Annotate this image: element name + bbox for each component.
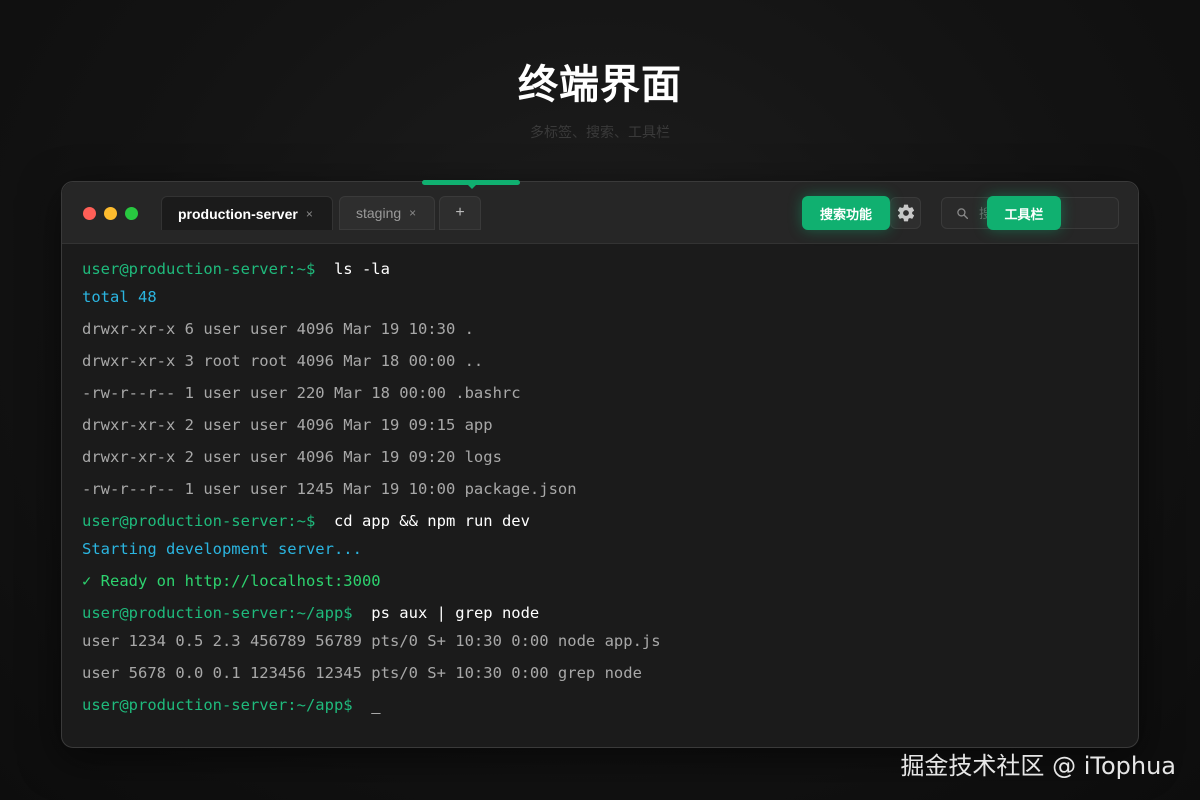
- prompt: user@production-server:~/app$: [82, 604, 353, 622]
- terminal-line: -rw-r--r-- 1 user user 1245 Mar 19 10:00…: [82, 480, 577, 498]
- terminal-line: drwxr-xr-x 6 user user 4096 Mar 19 10:30…: [82, 320, 474, 338]
- terminal-line: user@production-server:~$ cd app && npm …: [82, 512, 530, 530]
- new-tab-button[interactable]: +: [439, 196, 481, 230]
- tab-production-server[interactable]: production-server ×: [161, 196, 333, 230]
- plus-icon: +: [455, 204, 465, 221]
- command: cd app && npm run dev: [333, 512, 530, 530]
- tab-highlight-indicator: [422, 180, 520, 189]
- cursor: _: [371, 696, 381, 714]
- terminal-line: user@production-server:~/app$ ps aux | g…: [82, 604, 539, 622]
- tab-staging[interactable]: staging ×: [339, 196, 435, 230]
- terminal-line: user 5678 0.0 0.1 123456 12345 pts/0 S+ …: [82, 664, 642, 682]
- terminal-line: Starting development server...: [82, 540, 362, 558]
- terminal-line: drwxr-xr-x 2 user user 4096 Mar 19 09:20…: [82, 448, 502, 466]
- terminal-line: user@production-server:~/app$ _: [82, 696, 381, 714]
- terminal-line: drwxr-xr-x 3 root root 4096 Mar 18 00:00…: [82, 352, 484, 370]
- terminal-line: drwxr-xr-x 2 user user 4096 Mar 19 09:15…: [82, 416, 493, 434]
- settings-button[interactable]: [890, 197, 921, 229]
- prompt: user@production-server:~$: [82, 512, 316, 530]
- close-window-button[interactable]: [83, 207, 96, 220]
- terminal-line: user 1234 0.5 2.3 456789 56789 pts/0 S+ …: [82, 632, 661, 650]
- close-icon[interactable]: ×: [306, 207, 313, 221]
- tab-label: staging: [356, 205, 402, 221]
- terminal-line: user@production-server:~$ ls -la: [82, 260, 390, 278]
- minimize-window-button[interactable]: [104, 207, 117, 220]
- page-title: 终端界面: [518, 63, 682, 107]
- terminal-line: total 48: [82, 288, 157, 306]
- search-feature-badge: 搜索功能: [802, 196, 890, 230]
- watermark: 掘金技术社区 @ iTophua: [900, 752, 1176, 780]
- terminal-window: production-server × staging × + 搜索功能 工具栏: [61, 180, 1139, 748]
- command: ls -la: [333, 260, 390, 278]
- search-icon: [957, 207, 969, 219]
- prompt: user@production-server:~/app$: [82, 696, 353, 714]
- terminal-line: ✓ Ready on http://localhost:3000: [82, 572, 381, 590]
- terminal-line: -rw-r--r-- 1 user user 220 Mar 18 00:00 …: [82, 384, 521, 402]
- maximize-window-button[interactable]: [125, 207, 138, 220]
- gear-icon: [897, 204, 914, 222]
- toolbar-feature-badge: 工具栏: [987, 196, 1061, 230]
- close-icon[interactable]: ×: [409, 206, 416, 220]
- command: ps aux | grep node: [371, 604, 540, 622]
- page-subtitle: 多标签、搜索、工具栏: [530, 124, 670, 140]
- title-bar: production-server × staging × + 搜索功能 工具栏: [62, 180, 1138, 244]
- prompt: user@production-server:~$: [82, 260, 316, 278]
- tab-label: production-server: [178, 205, 298, 222]
